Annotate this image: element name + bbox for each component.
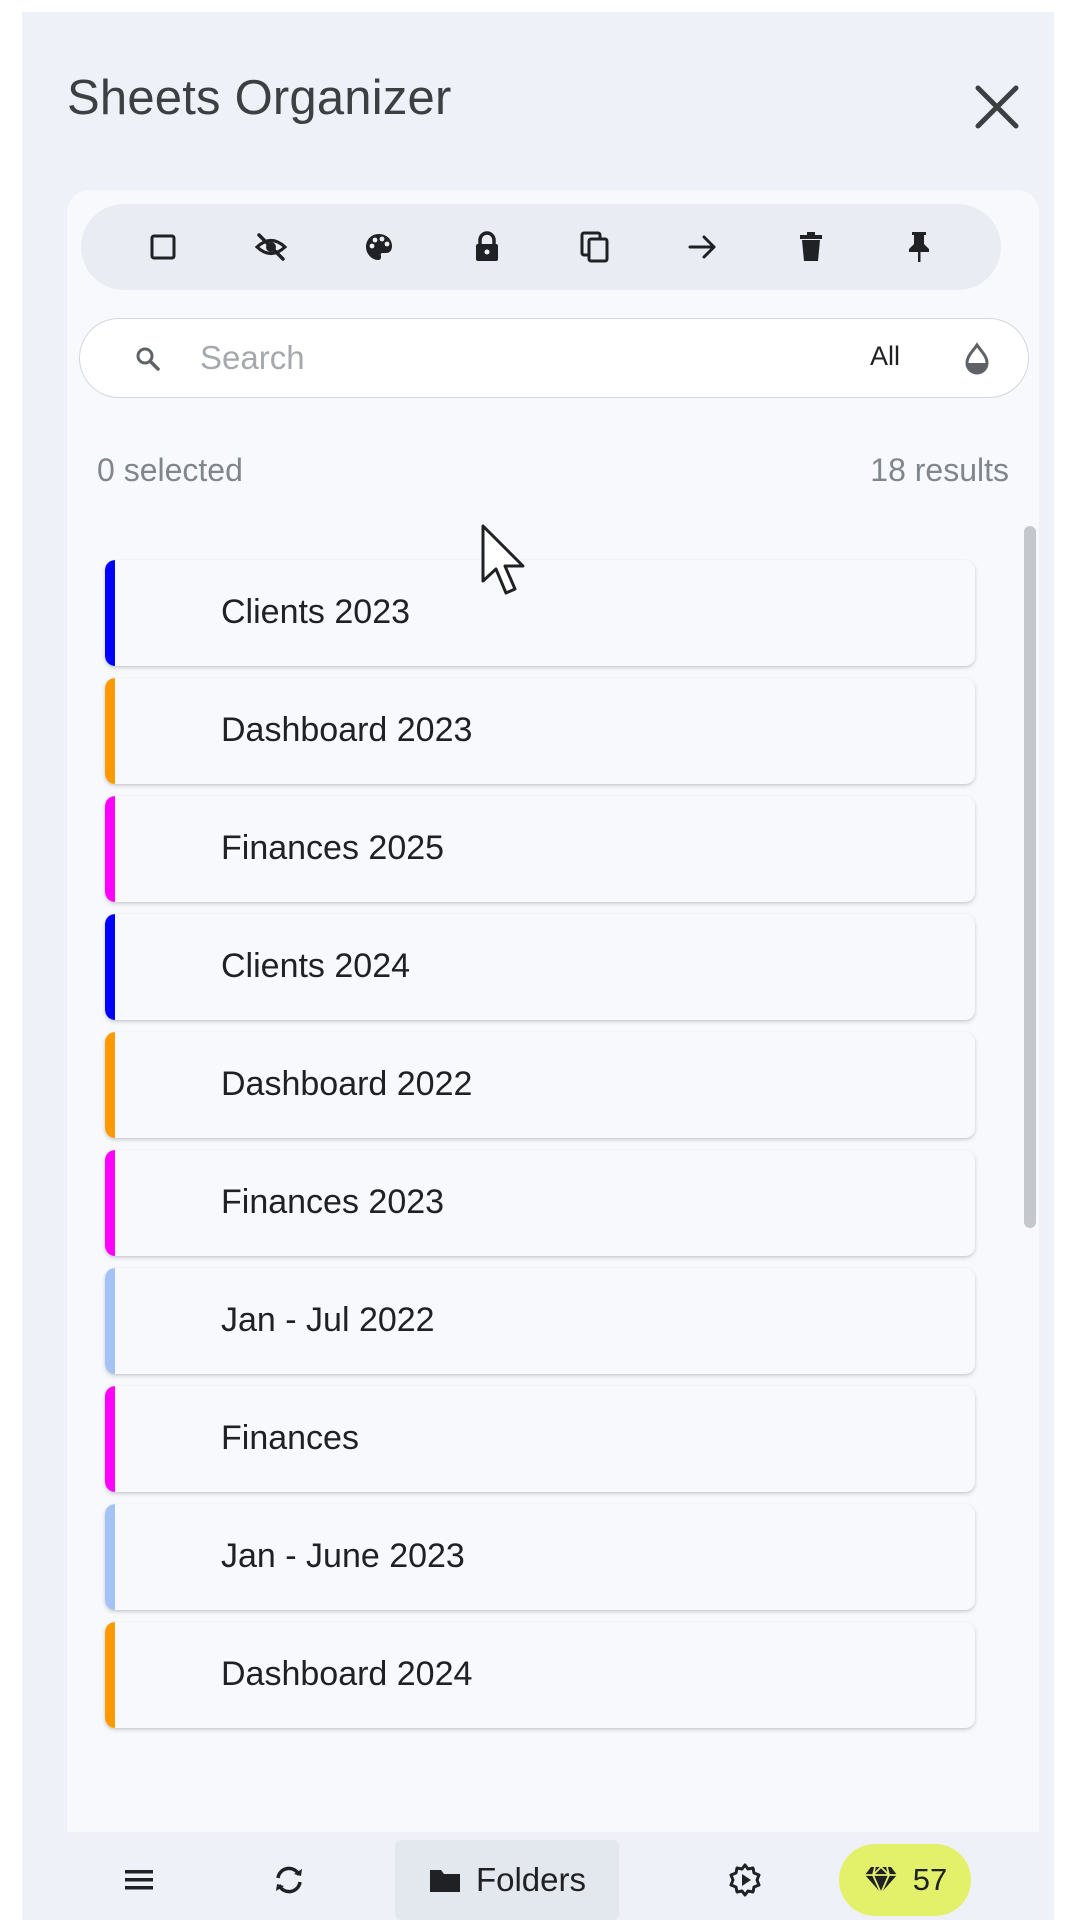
color-stripe <box>105 1622 115 1728</box>
palette-icon <box>366 234 392 260</box>
search-bar: All <box>79 318 1029 398</box>
refresh-button[interactable] <box>249 1840 329 1920</box>
protect-button[interactable] <box>459 219 515 275</box>
pin-icon <box>909 232 929 262</box>
filter-select[interactable]: All <box>870 341 900 372</box>
list-item[interactable]: Finances 2025 <box>105 796 975 902</box>
sheet-name: Dashboard 2023 <box>221 711 473 749</box>
folders-button[interactable]: Folders <box>395 1840 619 1920</box>
selected-count: 0 selected <box>97 452 243 488</box>
color-button[interactable] <box>351 219 407 275</box>
color-stripe <box>105 678 115 784</box>
menu-button[interactable] <box>99 1840 179 1920</box>
panel-title: Sheets Organizer <box>67 71 452 125</box>
checkbox-icon <box>150 234 176 260</box>
sheet-name: Clients 2024 <box>221 947 411 985</box>
sheet-name: Dashboard 2022 <box>221 1065 473 1103</box>
list-item[interactable]: Finances 2023 <box>105 1150 975 1256</box>
folders-label: Folders <box>475 1861 587 1898</box>
color-stripe <box>105 1386 115 1492</box>
sheet-name: Finances <box>221 1419 359 1457</box>
color-stripe <box>105 560 115 666</box>
arrow-right-icon <box>688 235 716 259</box>
move-button[interactable] <box>675 219 731 275</box>
list-item[interactable]: Jan - June 2023 <box>105 1504 975 1610</box>
list-item[interactable]: Clients 2024 <box>105 914 975 1020</box>
sheet-name: Jan - Jul 2022 <box>221 1301 435 1339</box>
sheet-name: Dashboard 2024 <box>221 1655 473 1693</box>
color-stripe <box>105 1032 115 1138</box>
close-icon <box>975 85 1019 129</box>
bottom-bar: Folders 57 <box>67 1832 1039 1920</box>
results-count: 18 results <box>870 452 1009 488</box>
scrollbar-thumb[interactable] <box>1024 526 1036 1228</box>
list-item[interactable]: Jan - Jul 2022 <box>105 1268 975 1374</box>
color-stripe <box>105 1150 115 1256</box>
color-stripe <box>105 796 115 902</box>
copy-icon <box>580 231 609 263</box>
pin-button[interactable] <box>891 219 947 275</box>
search-input[interactable] <box>200 335 800 381</box>
select-all-button[interactable] <box>135 219 191 275</box>
eye-off-icon <box>254 233 288 261</box>
list-item[interactable]: Dashboard 2024 <box>105 1622 975 1728</box>
lock-icon <box>476 231 498 261</box>
sheet-name: Finances 2023 <box>221 1183 445 1221</box>
sheet-name: Finances 2025 <box>221 829 445 867</box>
refresh-icon <box>276 1866 302 1894</box>
sheet-name: Jan - June 2023 <box>221 1537 465 1575</box>
close-button[interactable] <box>962 72 1032 142</box>
sidebar-panel: Sheets Organizer Search All 0 selected 1… <box>22 12 1054 1920</box>
sheet-list: Clients 2023 Dashboard 2023 Finances 202… <box>67 560 1039 1920</box>
sheets-card: All 0 selected 18 results Clients 2023 D… <box>67 190 1039 1920</box>
menu-icon <box>125 1870 153 1890</box>
folder-icon <box>429 1870 460 1892</box>
sheet-name: Clients 2023 <box>221 593 411 631</box>
drop-icon[interactable] <box>960 341 994 377</box>
list-item[interactable]: Dashboard 2022 <box>105 1032 975 1138</box>
hide-button[interactable] <box>243 219 299 275</box>
gem-icon <box>864 1865 897 1895</box>
list-item[interactable]: Dashboard 2023 <box>105 678 975 784</box>
color-stripe <box>105 1504 115 1610</box>
color-stripe <box>105 914 115 1020</box>
trash-icon <box>800 232 822 261</box>
search-icon <box>136 347 160 371</box>
settings-icon <box>729 1863 761 1897</box>
delete-button[interactable] <box>783 219 839 275</box>
bulk-actions-toolbar <box>81 204 1001 290</box>
list-item[interactable]: Finances <box>105 1386 975 1492</box>
color-stripe <box>105 1268 115 1374</box>
credits-badge[interactable]: 57 <box>839 1844 971 1916</box>
settings-button[interactable] <box>705 1840 785 1920</box>
duplicate-button[interactable] <box>567 219 623 275</box>
credits-count: 57 <box>912 1862 948 1897</box>
list-item[interactable]: Clients 2023 <box>105 560 975 666</box>
